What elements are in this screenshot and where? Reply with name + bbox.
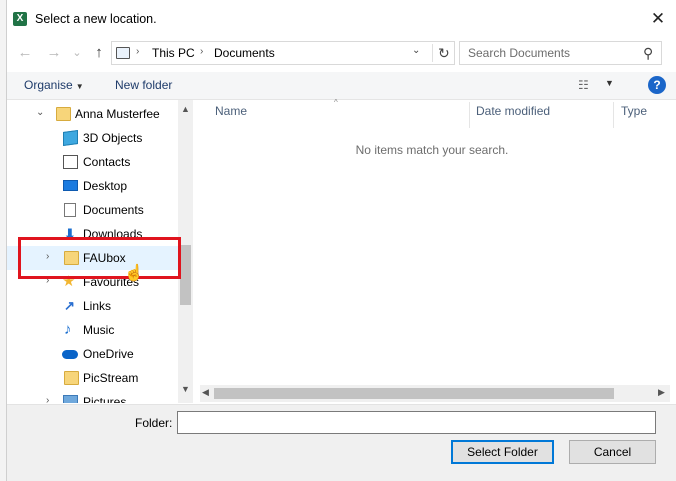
crumb-separator-icon[interactable]: › [136,46,139,57]
search-box[interactable]: Search Documents ⚲ [459,41,662,65]
select-folder-button[interactable]: Select Folder [451,440,554,464]
folder-icon [64,371,79,385]
scroll-right-arrow-icon[interactable]: ▶ [658,387,665,398]
column-divider[interactable] [469,102,470,128]
refresh-icon[interactable]: ↻ [432,44,450,62]
scroll-thumb[interactable] [214,388,614,399]
tree-item-pictures[interactable]: › Pictures [7,390,179,403]
dialog-title: Select a new location. [35,12,157,26]
tree-item-label: Documents [83,203,144,217]
tree-item-onedrive[interactable]: OneDrive [7,342,179,366]
command-toolbar: Organise ▼ New folder ☷ ▼ ? [7,72,676,100]
tree-item-label: Anna Musterfee [75,107,160,121]
tree-item-label: OneDrive [83,347,134,361]
scroll-down-arrow-icon[interactable]: ▼ [178,384,193,394]
back-arrow-icon[interactable]: ← [14,42,36,64]
search-input[interactable]: Search Documents [468,46,570,60]
tree-item-links[interactable]: ↗ Links [7,294,179,318]
view-options-icon[interactable]: ☷ [578,78,589,92]
crumb-documents[interactable]: Documents [214,46,275,60]
scroll-left-arrow-icon[interactable]: ◀ [202,387,209,398]
forward-arrow-icon[interactable]: → [43,42,65,64]
scroll-up-arrow-icon[interactable]: ▲ [178,104,193,114]
this-pc-icon [116,47,130,59]
tree-item-label: Links [83,299,112,313]
tree-item-label: Contacts [83,155,131,169]
close-button[interactable]: ✕ [644,6,672,32]
column-divider[interactable] [613,102,614,128]
tree-item-label: 3D Objects [83,131,143,145]
up-arrow-icon[interactable]: ↑ [88,42,110,64]
tree-item-contacts[interactable]: Contacts [7,150,179,174]
new-folder-button[interactable]: New folder [115,78,172,92]
search-icon: ⚲ [643,45,654,61]
organise-label: Organise [24,78,73,92]
column-header-name[interactable]: Name [215,104,247,128]
caret-down-icon: ▼ [75,82,84,91]
tree-item-documents[interactable]: Documents [7,198,179,222]
tree-item-anna-musterfee[interactable]: ⌄ Anna Musterfee [7,102,179,126]
help-icon[interactable]: ? [648,76,666,94]
chevron-down-icon[interactable]: ⌄ [36,107,44,118]
column-header-type[interactable]: Type [621,104,647,128]
desktop-icon [63,180,78,191]
cube-icon [63,129,78,147]
folder-input[interactable] [177,411,656,434]
folder-icon [56,107,71,121]
document-icon [64,203,76,217]
address-dropdown-icon[interactable]: ⌄ [412,45,420,56]
pictures-icon [63,395,78,403]
tree-item-label: Pictures [83,395,127,403]
organise-button[interactable]: Organise ▼ [24,78,84,92]
tree-item-desktop[interactable]: Desktop [7,174,179,198]
tree-item-picstream[interactable]: PicStream [7,366,179,390]
tree-item-music[interactable]: ♪ Music [7,318,179,342]
view-dropdown-icon[interactable]: ▼ [605,78,614,88]
sort-indicator-icon: ^ [334,98,338,107]
contacts-icon [63,155,78,169]
links-icon: ↗ [64,298,75,313]
chevron-right-icon[interactable]: › [46,395,49,403]
folder-label: Folder: [135,416,173,430]
tree-item-label: Desktop [83,179,128,193]
tree-item-label: PicStream [83,371,139,385]
highlight-annotation-box [18,237,181,279]
address-bar[interactable]: › This PC › Documents ⌄ ↻ [111,41,455,65]
background-app-strip [0,0,7,481]
list-horizontal-scrollbar[interactable]: ◀ ▶ [200,385,670,402]
recent-locations-chevron-icon[interactable]: ⌄ [66,42,88,64]
crumb-this-pc[interactable]: This PC [152,46,195,60]
empty-results-message: No items match your search. [355,143,509,157]
tree-item-label: Music [83,323,115,337]
scroll-thumb[interactable] [180,245,191,305]
hand-cursor-icon: ☝ [124,265,144,282]
tree-item-3d-objects[interactable]: 3D Objects [7,126,179,150]
column-header-date-modified[interactable]: Date modified [476,104,550,128]
cancel-button[interactable]: Cancel [569,440,656,464]
music-icon: ♪ [64,321,72,338]
excel-app-icon: X [13,12,27,26]
crumb-separator-icon[interactable]: › [200,46,203,57]
cloud-icon [62,350,78,359]
